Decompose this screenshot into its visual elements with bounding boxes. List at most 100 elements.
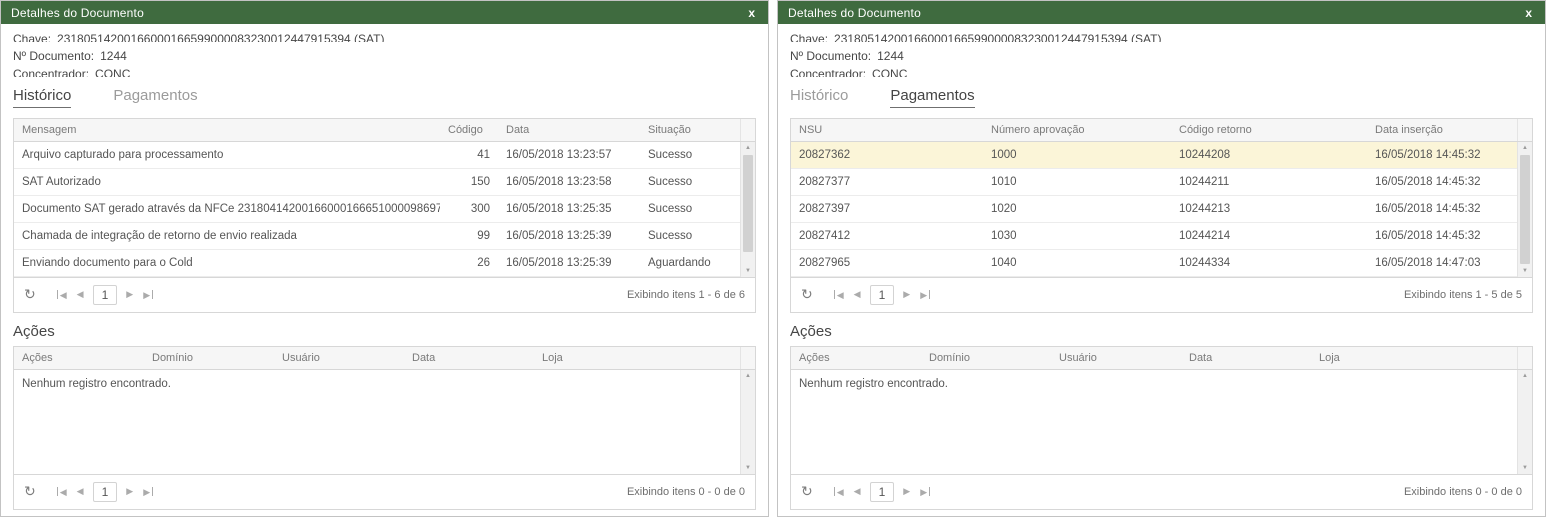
tab-pagamentos[interactable]: Pagamentos [890, 87, 974, 108]
table-row[interactable]: Arquivo capturado para processamento 41 … [14, 142, 740, 169]
refresh-icon[interactable]: ↻ [24, 286, 36, 303]
document-details-modal-left: Detalhes do Documento x Chave:2318051420… [0, 0, 769, 517]
acoes-pager: ↻ ◀ ◀ 1 ▶ ▶ Exibindo itens 0 - 0 de 0 [791, 474, 1532, 509]
next-page-icon[interactable]: ▶ [126, 487, 133, 496]
column-header-dominio[interactable]: Domínio [144, 347, 274, 369]
column-header-loja[interactable]: Loja [1311, 347, 1517, 369]
table-row[interactable]: Chamada de integração de retorno de envi… [14, 223, 740, 250]
refresh-icon[interactable]: ↻ [801, 286, 813, 303]
numero-documento-value: 1244 [100, 49, 127, 59]
cell-data-insercao: 16/05/2018 14:47:03 [1367, 257, 1517, 269]
table-row[interactable]: SAT Autorizado 150 16/05/2018 13:23:58 S… [14, 169, 740, 196]
chave-line: Chave:2318051420016600016659900008323001… [13, 32, 756, 42]
scroll-down-icon[interactable]: ▼ [1522, 465, 1528, 471]
current-page-button[interactable]: 1 [93, 285, 118, 305]
column-header-usuario[interactable]: Usuário [274, 347, 404, 369]
column-header-acoes[interactable]: Ações [14, 347, 144, 369]
pagamentos-grid-header: NSU Número aprovação Código retorno Data… [791, 119, 1532, 142]
column-header-dominio[interactable]: Domínio [921, 347, 1051, 369]
column-header-usuario[interactable]: Usuário [1051, 347, 1181, 369]
first-page-icon[interactable]: ◀ [57, 290, 67, 300]
modal-titlebar: Detalhes do Documento x [1, 1, 768, 24]
current-page-button[interactable]: 1 [870, 285, 895, 305]
close-icon[interactable]: x [1522, 5, 1535, 21]
cell-situacao: Sucesso [640, 230, 740, 242]
current-page-button[interactable]: 1 [93, 482, 118, 502]
tab-historico[interactable]: Histórico [13, 87, 71, 108]
last-page-icon[interactable]: ▶ [920, 290, 930, 300]
next-page-icon[interactable]: ▶ [126, 290, 133, 299]
last-page-icon[interactable]: ▶ [143, 290, 153, 300]
scroll-down-icon[interactable]: ▼ [745, 465, 751, 471]
scrollbar-thumb[interactable] [743, 155, 753, 252]
empty-message: Nenhum registro encontrado. [791, 370, 1517, 398]
refresh-icon[interactable]: ↻ [801, 483, 813, 500]
current-page-button[interactable]: 1 [870, 482, 895, 502]
column-header-nsu[interactable]: NSU [791, 119, 983, 141]
cell-codigo-retorno: 10244214 [1171, 230, 1367, 242]
column-header-loja[interactable]: Loja [534, 347, 740, 369]
last-page-icon[interactable]: ▶ [143, 487, 153, 497]
cell-data: 16/05/2018 13:23:58 [498, 176, 640, 188]
column-header-codigo[interactable]: Código [440, 119, 498, 141]
acoes-grid-body: Nenhum registro encontrado. ▲ ▼ [791, 370, 1532, 474]
last-page-icon[interactable]: ▶ [920, 487, 930, 497]
table-row[interactable]: 20827412 1030 10244214 16/05/2018 14:45:… [791, 223, 1517, 250]
first-page-icon[interactable]: ◀ [57, 487, 67, 497]
table-row[interactable]: 20827397 1020 10244213 16/05/2018 14:45:… [791, 196, 1517, 223]
scroll-down-icon[interactable]: ▼ [745, 268, 751, 274]
first-page-icon[interactable]: ◀ [834, 487, 844, 497]
column-header-codigo-retorno[interactable]: Código retorno [1171, 119, 1367, 141]
acoes-grid-header: Ações Domínio Usuário Data Loja [791, 347, 1532, 370]
cell-situacao: Aguardando [640, 257, 740, 269]
column-header-data[interactable]: Data [1181, 347, 1311, 369]
table-row[interactable]: 20827362 1000 10244208 16/05/2018 14:45:… [791, 142, 1517, 169]
concentrador-line: Concentrador:CONC [13, 67, 756, 77]
cell-nsu: 20827362 [791, 149, 983, 161]
column-header-acoes[interactable]: Ações [791, 347, 921, 369]
table-row[interactable]: 20827377 1010 10244211 16/05/2018 14:45:… [791, 169, 1517, 196]
tab-pagamentos[interactable]: Pagamentos [113, 87, 197, 108]
column-header-data[interactable]: Data [498, 119, 640, 141]
scroll-up-icon[interactable]: ▲ [745, 145, 751, 151]
table-row[interactable]: 20827965 1040 10244334 16/05/2018 14:47:… [791, 250, 1517, 277]
next-page-icon[interactable]: ▶ [903, 290, 910, 299]
scroll-up-icon[interactable]: ▲ [1522, 145, 1528, 151]
vertical-scrollbar[interactable]: ▲ ▼ [1517, 142, 1532, 277]
cell-codigo: 26 [440, 257, 498, 269]
table-row[interactable]: Documento SAT gerado através da NFCe 231… [14, 196, 740, 223]
scroll-up-icon[interactable]: ▲ [745, 373, 751, 379]
cell-numero-aprovacao: 1010 [983, 176, 1171, 188]
numero-documento-label: Nº Documento: [790, 49, 871, 59]
chave-value: 2318051420016600016659900008323001244791… [834, 32, 1161, 42]
scroll-up-icon[interactable]: ▲ [1522, 373, 1528, 379]
column-header-data[interactable]: Data [404, 347, 534, 369]
refresh-icon[interactable]: ↻ [24, 483, 36, 500]
vertical-scrollbar[interactable]: ▲ ▼ [740, 142, 755, 277]
tab-historico[interactable]: Histórico [790, 87, 848, 108]
prev-page-icon[interactable]: ◀ [77, 487, 84, 496]
pager-status: Exibindo itens 1 - 5 de 5 [1404, 289, 1522, 301]
column-header-situacao[interactable]: Situação [640, 119, 740, 141]
header-scrollbar-spacer [1517, 347, 1532, 369]
prev-page-icon[interactable]: ◀ [854, 290, 861, 299]
close-icon[interactable]: x [745, 5, 758, 21]
vertical-scrollbar[interactable]: ▲ ▼ [1517, 370, 1532, 474]
table-row[interactable]: Enviando documento para o Cold 26 16/05/… [14, 250, 740, 277]
first-page-icon[interactable]: ◀ [834, 290, 844, 300]
modal-title: Detalhes do Documento [788, 6, 1522, 20]
scroll-down-icon[interactable]: ▼ [1522, 268, 1528, 274]
scrollbar-thumb[interactable] [1520, 155, 1530, 264]
cell-data: 16/05/2018 13:25:39 [498, 257, 640, 269]
column-header-numero-aprovacao[interactable]: Número aprovação [983, 119, 1171, 141]
vertical-scrollbar[interactable]: ▲ ▼ [740, 370, 755, 474]
column-header-mensagem[interactable]: Mensagem [14, 119, 440, 141]
acoes-pager: ↻ ◀ ◀ 1 ▶ ▶ Exibindo itens 0 - 0 de 0 [14, 474, 755, 509]
prev-page-icon[interactable]: ◀ [854, 487, 861, 496]
cell-nsu: 20827397 [791, 203, 983, 215]
modal-title: Detalhes do Documento [11, 6, 745, 20]
prev-page-icon[interactable]: ◀ [77, 290, 84, 299]
column-header-data-insercao[interactable]: Data inserção [1367, 119, 1517, 141]
next-page-icon[interactable]: ▶ [903, 487, 910, 496]
cell-numero-aprovacao: 1040 [983, 257, 1171, 269]
